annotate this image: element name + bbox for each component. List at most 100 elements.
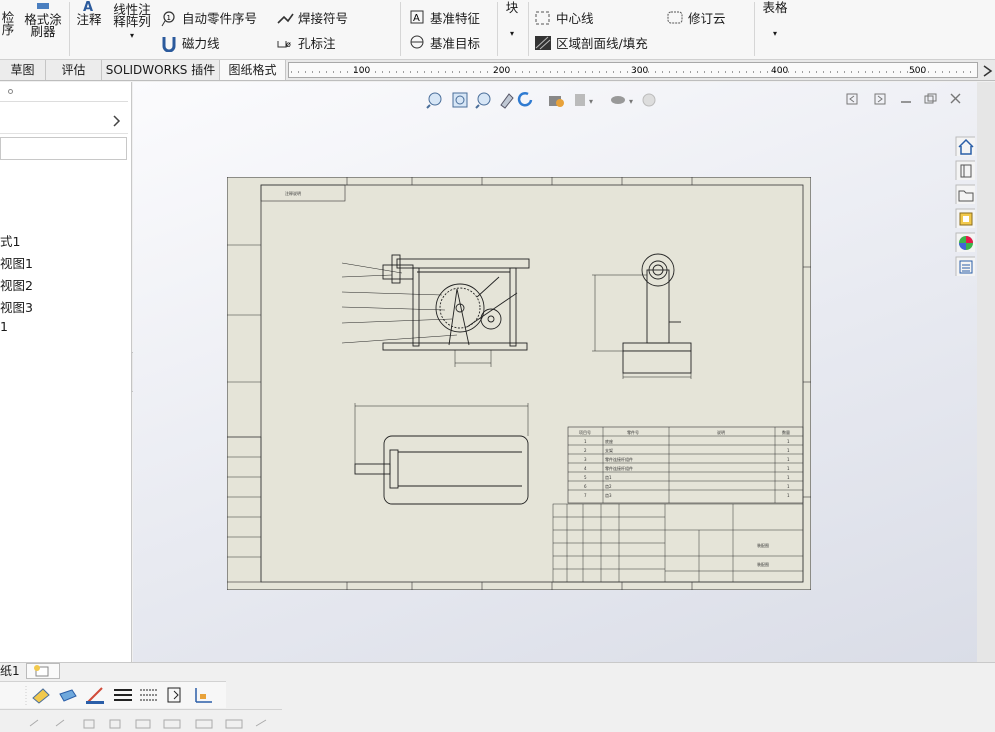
- tab-evaluate[interactable]: 评估: [46, 60, 102, 80]
- tab-sketch-label: 草图: [10, 63, 35, 77]
- tree-item-label: 视图1: [0, 256, 33, 271]
- weld-symbol-label: 焊接符号: [298, 11, 349, 26]
- center-line-button[interactable]: 中心线: [534, 8, 594, 27]
- ruler-ticks: 100 200 300 400 500: [291, 66, 975, 76]
- weld-icon: [277, 13, 294, 24]
- design-library-icon[interactable]: [955, 160, 975, 180]
- display-style-icon[interactable]: [549, 96, 564, 107]
- panel-expand-row[interactable]: [0, 108, 128, 134]
- horizontal-ruler[interactable]: 100 200 300 400 500: [288, 62, 978, 78]
- previous-sheet-icon[interactable]: [846, 93, 858, 105]
- bom-cell: 齿3: [605, 492, 612, 498]
- line-color-icon[interactable]: [59, 689, 77, 702]
- tree-item-sheet-format[interactable]: 式1: [0, 231, 20, 250]
- bom-cell: 齿2: [605, 483, 612, 489]
- tree-item-label: 视图3: [0, 300, 33, 315]
- dimension-icon[interactable]: [195, 688, 212, 703]
- next-sheet-icon[interactable]: [874, 93, 886, 105]
- annotation-button[interactable]: A 注释: [74, 0, 104, 26]
- tree-item-label: 1: [0, 319, 8, 334]
- svg-text:ø: ø: [286, 40, 291, 49]
- chevron-down-icon[interactable]: ▾: [773, 29, 777, 38]
- drawing-toolbar: [0, 681, 226, 708]
- drawing-sheet[interactable]: 注释说明 项目号 零件号 说明 数量 1 底座 1 2 支架 1 3 零件连接杆…: [227, 177, 811, 590]
- hatch-icon: [535, 35, 551, 50]
- tree-item-label: 式1: [0, 234, 21, 249]
- panel-header: [0, 86, 128, 102]
- format-painter-icon: [37, 3, 49, 9]
- check-order-button[interactable]: 检 序: [0, 11, 16, 36]
- chevron-down-icon[interactable]: ▾: [130, 31, 134, 40]
- pan-icon[interactable]: [500, 93, 514, 109]
- svg-text:▾: ▾: [589, 97, 593, 106]
- layer-properties-icon[interactable]: [32, 688, 50, 704]
- bom-cell: 零件连接杆组件: [605, 465, 633, 471]
- ribbon-separator: [497, 2, 498, 56]
- scene-icon[interactable]: [642, 93, 656, 107]
- zoom-to-fit-icon[interactable]: [426, 92, 442, 109]
- tree-item-drawing-view1[interactable]: 视图1: [0, 253, 33, 272]
- svg-text:1: 1: [167, 14, 171, 22]
- linear-note-array-button[interactable]: 线性注 释阵列 ▾: [110, 3, 154, 42]
- filter-input[interactable]: [0, 137, 127, 160]
- block-label: 块: [505, 0, 519, 15]
- area-hatch-label: 区域剖面线/填充: [556, 36, 648, 51]
- restore-icon[interactable]: [924, 93, 937, 104]
- tree-item-table[interactable]: 1: [0, 319, 8, 334]
- color-display-mode-icon[interactable]: [167, 687, 181, 703]
- datum-feature-button[interactable]: A 基准特征: [408, 8, 480, 27]
- area-hatch-button[interactable]: 区域剖面线/填充: [534, 33, 648, 52]
- ruler-mark: 400: [771, 66, 788, 76]
- datum-target-button[interactable]: 基准目标: [408, 33, 480, 52]
- format-painter-button[interactable]: 格式涂 刷器: [22, 2, 64, 38]
- magnet-icon: [162, 36, 176, 52]
- auto-balloon-button[interactable]: 1 自动零件序号: [160, 8, 257, 27]
- hide-show-icon[interactable]: ▾: [611, 96, 633, 106]
- close-icon[interactable]: [950, 93, 961, 104]
- tab-sheet-format-label: 图纸格式: [228, 63, 277, 77]
- bom-cell: 底座: [605, 438, 613, 444]
- graphics-area[interactable]: ▾ ▾ 注释说明 项目号 零件号 说明 数量 1 底座 1 2 支架 1 3 零…: [133, 82, 977, 664]
- view-orientation-icon[interactable]: ▾: [575, 94, 593, 106]
- bom-cell: 零件连接杆组件: [605, 456, 633, 462]
- ruler-mark: 500: [909, 66, 926, 76]
- tree-item-drawing-view3[interactable]: 视图3: [0, 297, 33, 316]
- revision-cloud-button[interactable]: 修订云: [666, 8, 726, 27]
- hole-callout-button[interactable]: ø 孔标注: [276, 33, 336, 52]
- tree-item-drawing-view2[interactable]: 视图2: [0, 275, 33, 294]
- ruler-end-arrow[interactable]: [980, 62, 995, 80]
- add-sheet-button[interactable]: [26, 663, 60, 679]
- rotate-icon[interactable]: [517, 92, 533, 107]
- line-style-icon[interactable]: [114, 689, 132, 701]
- revision-cloud-label: 修订云: [688, 11, 726, 26]
- line-thickness-icon[interactable]: [86, 687, 104, 704]
- title-block-drawing-no: 装配图: [757, 561, 769, 567]
- datum-feature-icon: A: [410, 10, 424, 24]
- table-button[interactable]: 表格 ▾: [760, 1, 790, 40]
- view-window-controls: [845, 92, 965, 108]
- appearances-icon[interactable]: [955, 232, 975, 252]
- bom-cell: 齿1: [605, 474, 612, 480]
- previous-view-icon[interactable]: [475, 92, 491, 109]
- hide-show-edges-icon[interactable]: [140, 689, 158, 701]
- home-icon[interactable]: [955, 136, 975, 156]
- zoom-area-icon[interactable]: [452, 92, 468, 108]
- chevron-down-icon[interactable]: ▾: [510, 29, 514, 38]
- view-palette-icon[interactable]: [955, 208, 975, 228]
- tab-sheet-format[interactable]: 图纸格式: [220, 60, 286, 80]
- tab-sketch[interactable]: 草图: [0, 60, 46, 80]
- file-explorer-icon[interactable]: [955, 184, 975, 204]
- block-button[interactable]: 块 ▾: [502, 0, 522, 40]
- task-pane-strip: [955, 82, 995, 664]
- dot-icon: [8, 89, 13, 94]
- svg-text:A: A: [83, 0, 93, 12]
- tab-solidworks-addins[interactable]: SOLIDWORKS 插件: [102, 60, 220, 80]
- secondary-toolbar-icons: [29, 719, 267, 729]
- annotation-icon: A: [83, 0, 93, 15]
- sheet-tab[interactable]: 纸1: [0, 663, 22, 679]
- magnetic-line-button[interactable]: 磁力线: [160, 33, 220, 52]
- ribbon-separator: [528, 2, 529, 56]
- weld-symbol-button[interactable]: 焊接符号: [276, 8, 348, 27]
- bom-header: 数量: [782, 429, 790, 435]
- custom-properties-icon[interactable]: [955, 256, 975, 276]
